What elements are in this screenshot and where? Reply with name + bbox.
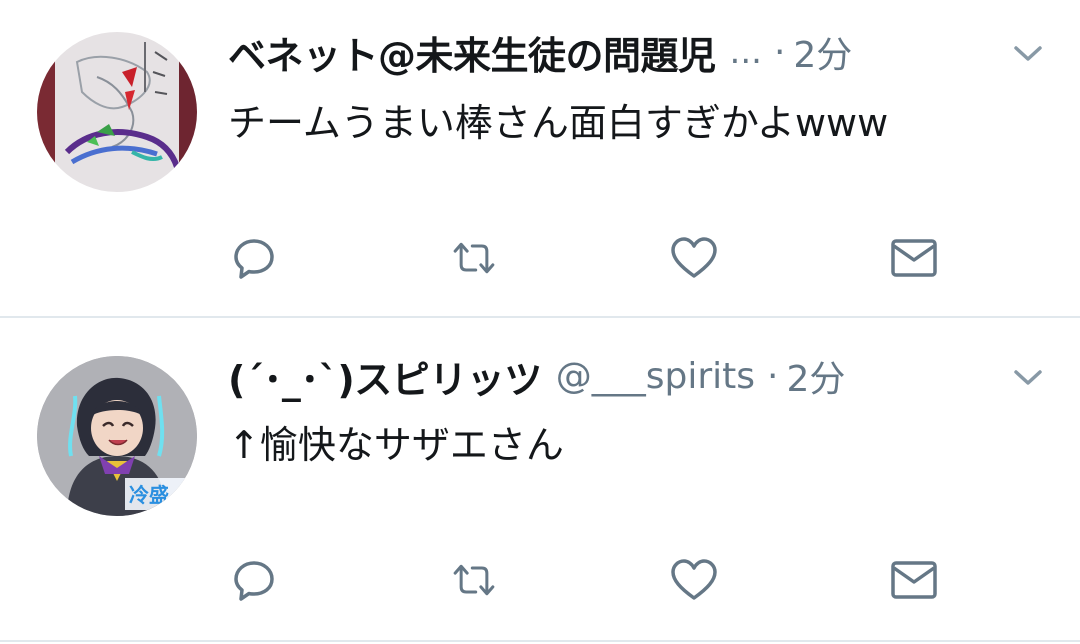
display-name[interactable]: (´･_･`)スピリッツ (228, 349, 542, 404)
reply-icon[interactable] (230, 556, 278, 604)
tweet-header: (´･_･`)スピリッツ @___spirits · 2分 (228, 346, 1040, 406)
user-handle[interactable]: @___spirits (556, 356, 755, 397)
separator: · (767, 355, 779, 397)
retweet-icon[interactable] (450, 556, 498, 604)
reply-icon[interactable] (230, 234, 278, 282)
tweet-text: ↑愉快なサザエさん (228, 423, 564, 467)
timestamp[interactable]: 2分 (793, 26, 852, 78)
chevron-down-icon[interactable] (1008, 358, 1048, 398)
direct-message-icon[interactable] (890, 556, 938, 604)
like-icon[interactable] (670, 234, 718, 282)
direct-message-icon[interactable] (890, 234, 938, 282)
tweet-actions (228, 556, 988, 604)
chevron-down-icon[interactable] (1008, 34, 1048, 74)
tweet[interactable]: 冷盛 (´･_･`)スピリッツ @___spirits · 2分 ↑愉快なサザエ… (0, 320, 1080, 642)
user-avatar[interactable] (37, 32, 197, 192)
tweet[interactable]: ベネット@未来生徒の問題児 ... · 2分 チームうまい棒さん面白すぎかよww… (0, 0, 1080, 318)
drawing-avatar-icon (37, 32, 197, 192)
like-icon[interactable] (670, 556, 718, 604)
retweet-icon[interactable] (450, 234, 498, 282)
tweet-text: チームうまい棒さん面白すぎかよwww (228, 101, 889, 145)
display-name[interactable]: ベネット@未来生徒の問題児 (228, 25, 716, 80)
tweet-divider (0, 640, 1080, 642)
tweet-divider (0, 316, 1080, 318)
tweet-actions (228, 234, 988, 282)
timestamp[interactable]: 2分 (787, 350, 846, 402)
anime-character-avatar-icon: 冷盛 (37, 356, 197, 516)
name-truncation: ... (729, 32, 762, 72)
separator: · (773, 31, 786, 73)
tweet-header: ベネット@未来生徒の問題児 ... · 2分 (228, 22, 1040, 82)
user-avatar[interactable]: 冷盛 (37, 356, 197, 516)
avatar-badge-text: 冷盛 (129, 483, 169, 507)
